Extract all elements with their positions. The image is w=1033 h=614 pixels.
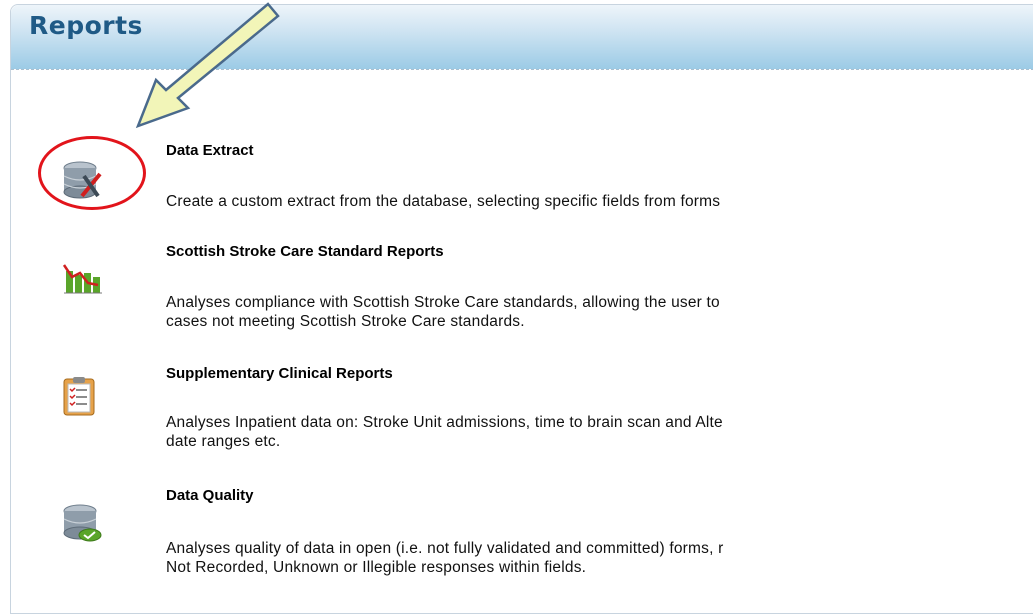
report-description: Analyses compliance with Scottish Stroke… [166, 294, 720, 330]
clipboard-checklist-icon[interactable] [60, 375, 104, 419]
report-description: Create a custom extract from the databas… [166, 193, 721, 210]
report-description: Analyses Inpatient data on: Stroke Unit … [166, 414, 723, 450]
bar-line-chart-icon[interactable] [60, 257, 104, 301]
annotation-arrow [120, 0, 290, 145]
annotation-circle [38, 136, 146, 210]
report-title[interactable]: Supplementary Clinical Reports [166, 365, 393, 382]
report-description: Analyses quality of data in open (i.e. n… [166, 540, 724, 576]
database-check-icon[interactable] [60, 501, 104, 545]
report-title[interactable]: Data Quality [166, 487, 254, 504]
report-title[interactable]: Scottish Stroke Care Standard Reports [166, 243, 444, 260]
